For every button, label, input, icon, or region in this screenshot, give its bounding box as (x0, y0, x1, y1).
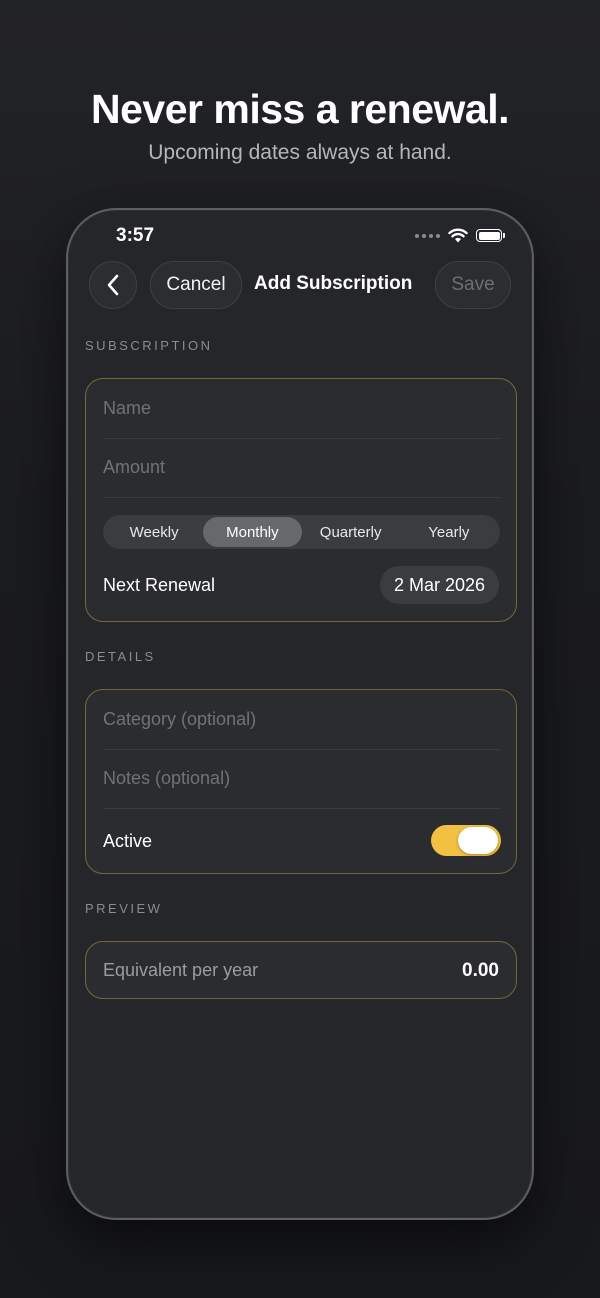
equivalent-per-year-label: Equivalent per year (103, 959, 259, 980)
battery-icon (476, 229, 505, 242)
promo-headline: Never miss a renewal. (91, 86, 509, 132)
section-label-details: DETAILS (85, 649, 156, 664)
frequency-segmented-control: Weekly Monthly Quarterly Yearly (103, 515, 500, 549)
divider (103, 808, 499, 809)
amount-field[interactable]: Amount (103, 438, 499, 497)
next-renewal-label: Next Renewal (103, 575, 216, 595)
segment-monthly[interactable]: Monthly (203, 517, 302, 547)
section-label-subscription: SUBSCRIPTION (85, 338, 213, 353)
notes-field[interactable]: Notes (optional) (103, 749, 499, 808)
section-label-preview: PREVIEW (85, 901, 163, 916)
equivalent-per-year-value: 0.00 (462, 960, 499, 981)
details-card: Category (optional) Notes (optional) Act… (85, 689, 517, 874)
status-time: 3:57 (116, 225, 155, 246)
cancel-button[interactable]: Cancel (150, 261, 242, 309)
preview-card: Equivalent per year 0.00 (85, 941, 517, 999)
name-field[interactable]: Name (103, 379, 499, 438)
chevron-left-icon (107, 274, 119, 296)
category-field[interactable]: Category (optional) (103, 690, 499, 749)
segment-weekly[interactable]: Weekly (105, 517, 203, 547)
status-icons (415, 228, 505, 243)
phone-frame: 3:57 Cancel Add Subscription Save SUBSCR… (66, 208, 534, 1220)
segment-yearly[interactable]: Yearly (400, 517, 498, 547)
page-title: Add Subscription (254, 273, 413, 294)
subscription-card: Name Amount Weekly Monthly Quarterly Yea… (85, 378, 517, 622)
next-renewal-date-picker[interactable]: 2 Mar 2026 (379, 566, 499, 604)
save-button[interactable]: Save (435, 261, 511, 309)
signal-dots-icon (415, 233, 440, 238)
active-toggle[interactable] (431, 825, 501, 856)
active-label: Active (103, 831, 153, 851)
divider (103, 497, 499, 498)
segment-quarterly[interactable]: Quarterly (302, 517, 400, 547)
wifi-icon (448, 228, 468, 243)
promo-subheadline: Upcoming dates always at hand. (148, 141, 452, 164)
toggle-knob (458, 827, 498, 854)
back-button[interactable] (89, 261, 137, 309)
